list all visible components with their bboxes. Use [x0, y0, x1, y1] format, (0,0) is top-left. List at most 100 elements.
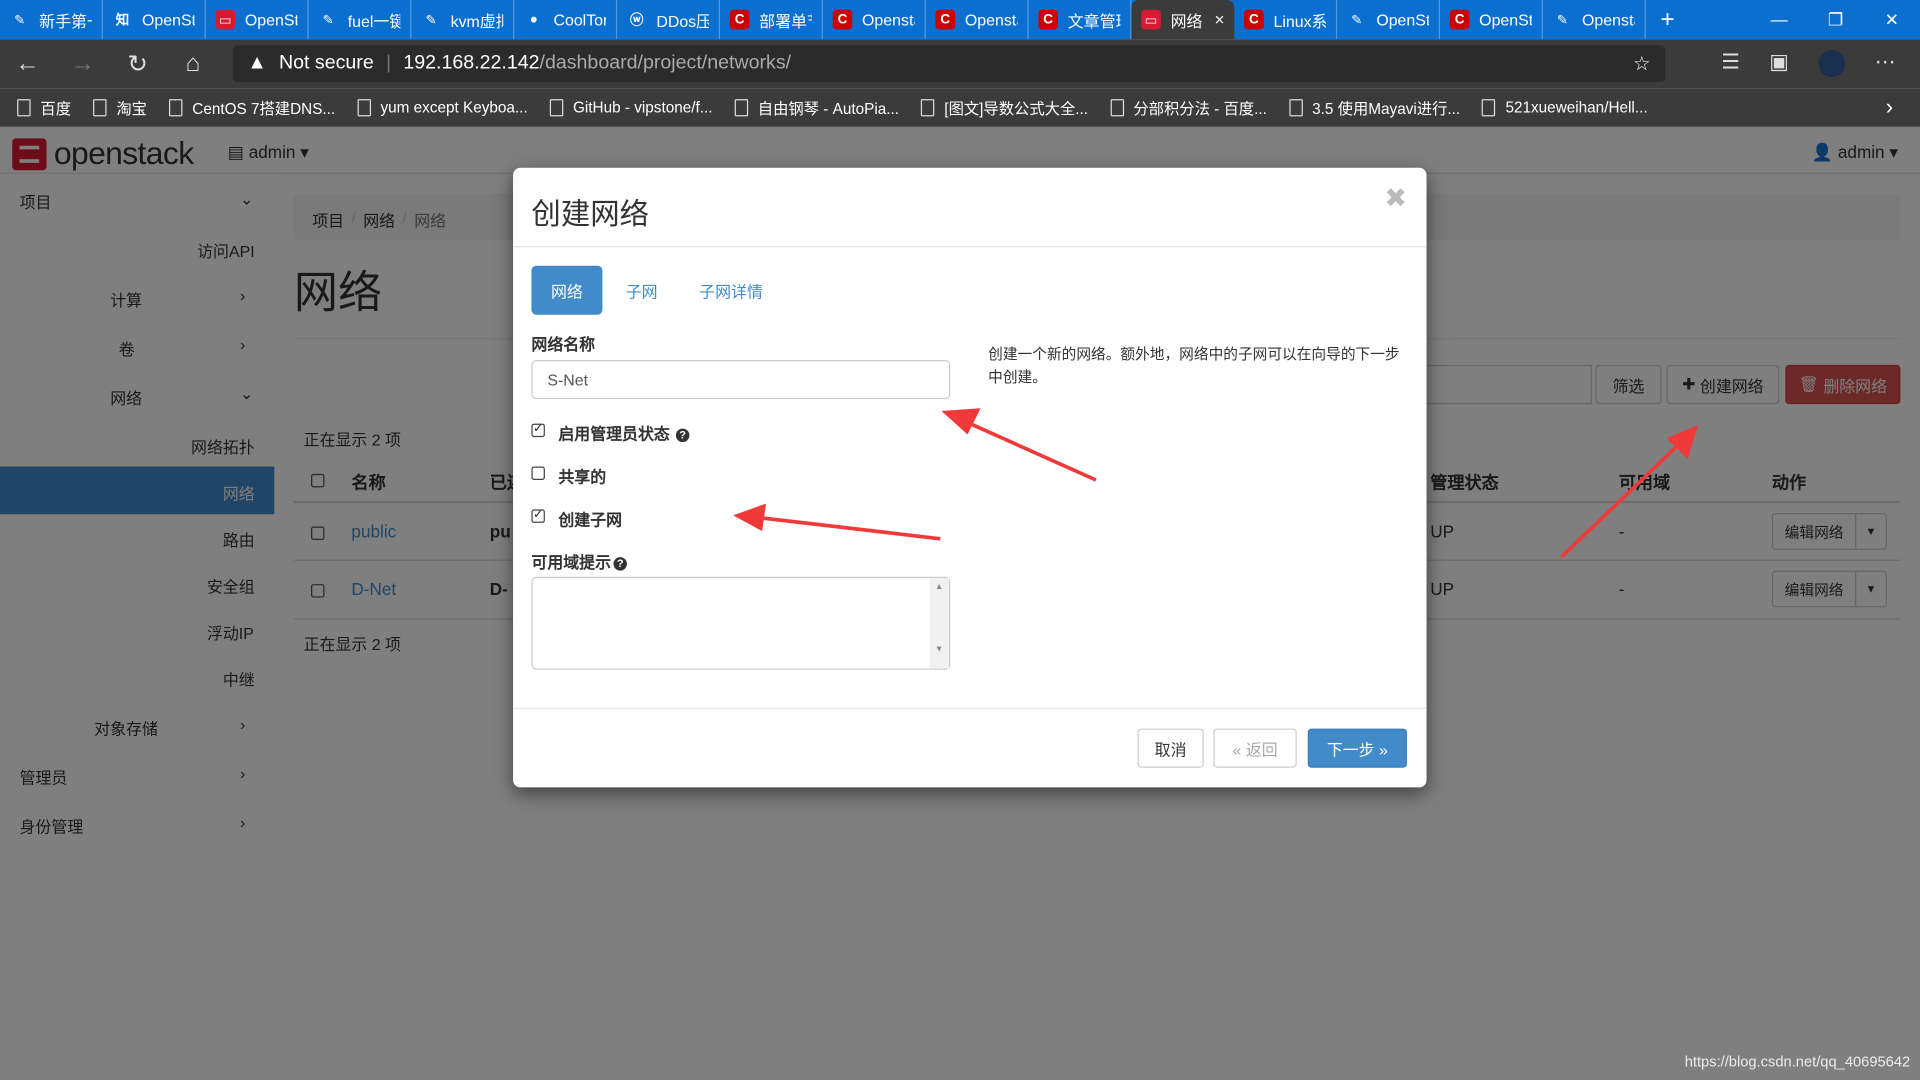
tab-label: 网络 [1170, 11, 1203, 31]
bookmark[interactable]: yum except Keyboa... [357, 98, 528, 116]
bookmark-label: 淘宝 [116, 100, 147, 118]
bookmark[interactable]: [图文]导数公式大全... [921, 96, 1088, 119]
browser-tab[interactable]: C 部署单节 [720, 0, 823, 40]
divider [513, 707, 1427, 709]
create-subnet-checkbox[interactable]: ✓ [531, 509, 545, 523]
az-hint-select[interactable] [531, 576, 951, 670]
new-tab-icon[interactable]: + [1646, 6, 1690, 34]
tab-subnet[interactable]: 子网 [626, 266, 658, 315]
scrollbar[interactable]: ▲ ▼ [929, 577, 949, 669]
bookmark-label: GitHub - vipstone/f... [572, 98, 713, 116]
chevron-right-icon[interactable]: › [1886, 94, 1920, 120]
tab-label: fuel一键 [347, 11, 401, 31]
browser-tab[interactable]: 知 OpenSta [103, 0, 206, 40]
browser-tab[interactable]: ● CoolTon [514, 0, 618, 40]
browser-tab[interactable]: C Linux系统 [1234, 0, 1338, 40]
feather-icon: ✎ [322, 12, 334, 28]
browser-tab[interactable]: ▭ 网络 × [1131, 0, 1235, 40]
tab-network[interactable]: 网络 [531, 265, 603, 315]
tab-label: DDos压 [656, 11, 709, 31]
network-name-input[interactable] [531, 360, 951, 400]
favorites-icon[interactable]: ☰ [1721, 50, 1740, 77]
feather-icon: ✎ [425, 12, 437, 28]
openstack-icon: ▭ [1141, 9, 1161, 30]
more-icon[interactable]: ⋯ [1875, 50, 1896, 77]
bookmark[interactable]: 百度 [17, 96, 71, 119]
restore-icon[interactable]: ❐ [1807, 9, 1863, 30]
tab-label: OpenSta [142, 10, 195, 29]
bookmark-label: 自由钢琴 - AutoPia... [757, 100, 900, 118]
bookmark[interactable]: 淘宝 [93, 96, 147, 119]
admin-state-label: 启用管理员状态? [558, 421, 690, 444]
create-subnet-label: 创建子网 [558, 510, 623, 529]
admin-state-checkbox[interactable]: ✓ [531, 423, 545, 438]
dialog-title: 创建网络 [531, 198, 649, 232]
browser-tab[interactable]: ✎ kvm虚拟 [411, 0, 515, 40]
browser-tab[interactable]: ✎ Opensta [1543, 0, 1646, 40]
forward-icon[interactable]: → [55, 50, 110, 78]
next-button[interactable]: 下一步 » [1307, 728, 1407, 768]
bookmark[interactable]: 分部积分法 - 百度... [1110, 96, 1267, 119]
browser-tab[interactable]: C Opensta [823, 0, 926, 40]
tab-label: CoolTon [553, 10, 607, 29]
home-icon[interactable]: ⌂ [165, 50, 220, 78]
bookmark[interactable]: 3.5 使用Mayavi进行... [1288, 96, 1461, 119]
az-hint-text: 可用域提示 [531, 553, 612, 572]
github-icon: ● [529, 12, 538, 27]
bookmark[interactable]: CentOS 7搭建DNS... [169, 96, 335, 119]
browser-tab-bar: ✎ 新手第一 知 OpenSta ▭ OpenSta ✎ fuel一键 ✎ kvm虚拟 ● CoolT… [0, 0, 1920, 40]
browser-tab[interactable]: ✎ OpenSta [1337, 0, 1441, 40]
page-icon [1110, 98, 1124, 116]
page-icon [734, 98, 749, 116]
browser-tab[interactable]: C Opensta [926, 0, 1029, 40]
close-icon[interactable]: ✖ [1384, 182, 1407, 214]
bookmark[interactable]: 自由钢琴 - AutoPia... [734, 96, 900, 119]
zhihu-icon: 知 [115, 13, 130, 29]
bookmark[interactable]: 521xueweihan/Hell... [1482, 98, 1648, 116]
browser-tab[interactable]: ⓦ DDos压 [617, 0, 721, 40]
bookmark-label: [图文]导数公式大全... [944, 100, 1089, 118]
page-icon [921, 98, 935, 116]
cancel-button[interactable]: 取消 [1137, 728, 1204, 768]
star-icon[interactable]: ☆ [1633, 51, 1651, 75]
page-icon [357, 98, 371, 116]
avatar[interactable] [1818, 50, 1846, 78]
warning-icon: ▲ [247, 52, 267, 74]
minimize-icon[interactable]: — [1751, 9, 1807, 30]
divider [513, 246, 1427, 248]
back-icon[interactable]: ← [0, 50, 55, 78]
browser-tab[interactable]: ✎ fuel一键 [309, 0, 412, 40]
close-tab-icon[interactable]: × [1214, 10, 1224, 30]
reload-icon[interactable]: ↻ [110, 48, 165, 79]
page-icon [1482, 98, 1496, 116]
bookmark-label: 3.5 使用Mayavi进行... [1312, 100, 1461, 118]
csdn-icon: C [729, 9, 750, 30]
browser-tab[interactable]: C 文章管理 [1029, 0, 1132, 40]
tab-label: Opensta [862, 10, 915, 29]
back-button[interactable]: « 返回 [1213, 728, 1297, 768]
browser-tab[interactable]: C OpenSta [1440, 0, 1543, 40]
browser-tab[interactable]: ✎ 新手第一 [0, 0, 103, 40]
network-name-label: 网络名称 [531, 335, 596, 354]
bookmark-label: CentOS 7搭建DNS... [192, 100, 336, 118]
help-icon[interactable]: ? [613, 557, 627, 571]
url-input[interactable]: ▲ Not secure | 192.168.22.142/dashboard/… [232, 45, 1666, 83]
page-icon [549, 98, 564, 116]
tab-subnet-details[interactable]: 子网详情 [699, 266, 763, 315]
security-label: Not secure [278, 52, 374, 74]
close-window-icon[interactable]: ✕ [1864, 9, 1920, 30]
admin-state-text: 启用管理员状态 [558, 424, 670, 444]
shared-label: 共享的 [558, 467, 607, 487]
tab-label: kvm虚拟 [450, 11, 504, 31]
help-icon[interactable]: ? [675, 428, 690, 443]
divider: | [385, 52, 392, 74]
bookmark[interactable]: GitHub - vipstone/f... [549, 98, 713, 116]
page-icon [1288, 98, 1303, 116]
tab-label: 文章管理 [1067, 11, 1121, 31]
tab-label: Opensta [1582, 10, 1635, 29]
address-bar-row: ← → ↻ ⌂ ▲ Not secure | 192.168.22.142/da… [0, 39, 1920, 89]
url-host: 192.168.22.142 [403, 52, 540, 74]
collections-icon[interactable]: ▣ [1769, 50, 1789, 77]
browser-tab[interactable]: ▭ OpenSta [206, 0, 309, 40]
shared-checkbox[interactable] [531, 466, 545, 481]
